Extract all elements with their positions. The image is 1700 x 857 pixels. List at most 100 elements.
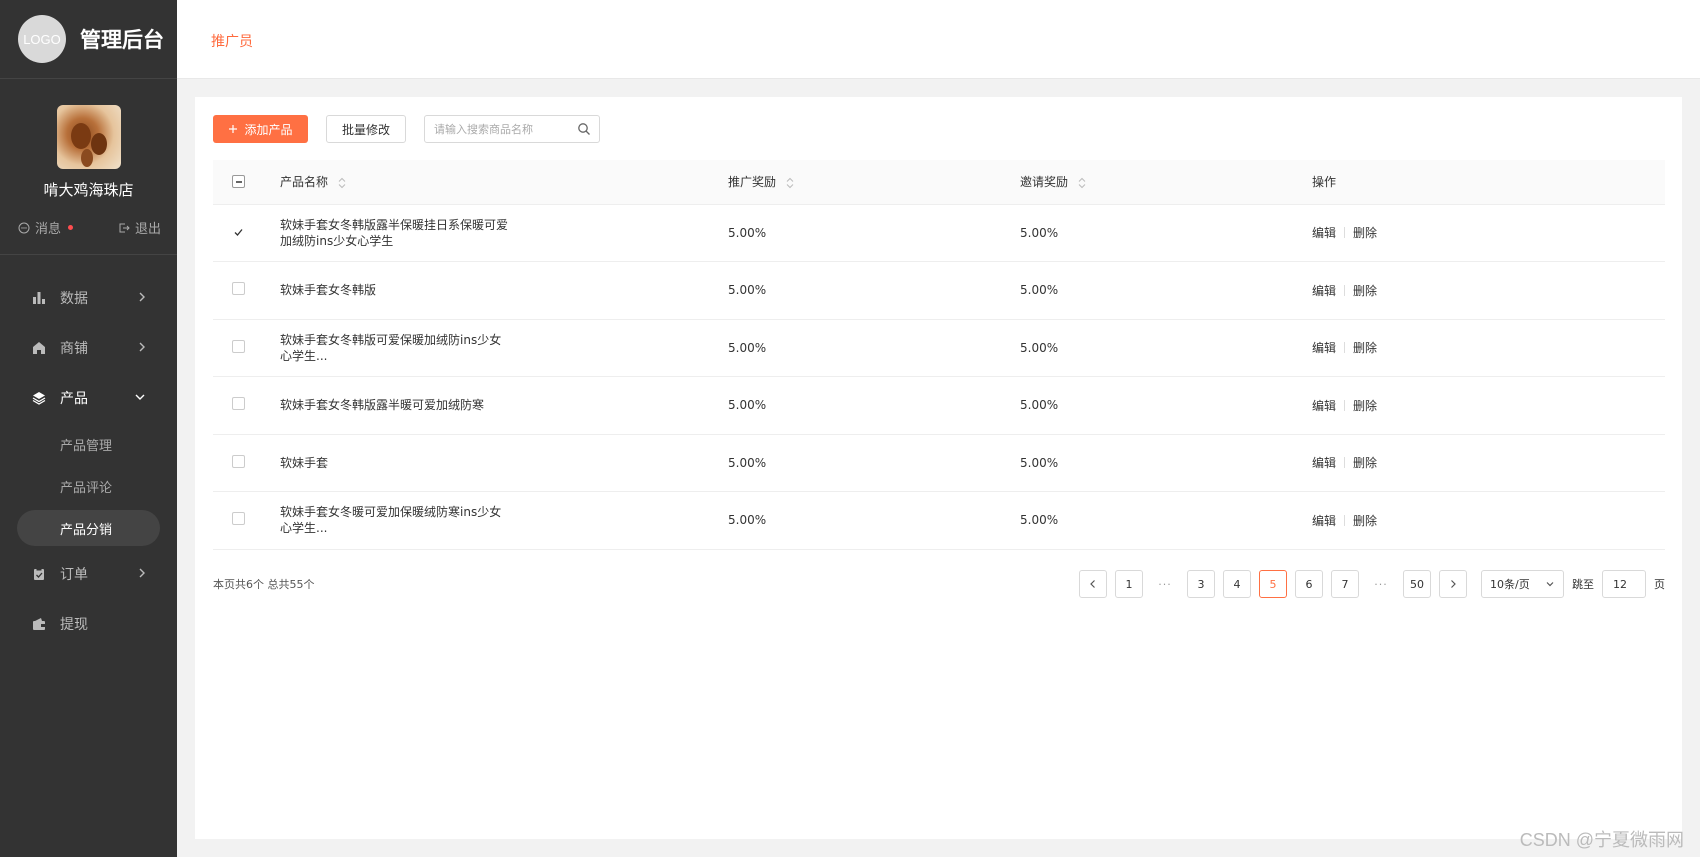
menu-item-data-label: 数据: [60, 291, 88, 307]
row-checkbox[interactable]: [232, 225, 245, 239]
page-7[interactable]: 7: [1331, 570, 1359, 598]
sort-icon[interactable]: [786, 177, 794, 189]
delete-link[interactable]: 删除: [1353, 282, 1377, 299]
header-promo[interactable]: 推广奖励: [728, 160, 1020, 205]
add-product-button[interactable]: 添加产品: [213, 115, 308, 143]
row-actions: 编辑 删除: [1312, 454, 1665, 471]
watermark: CSDN @宁夏微雨网: [1519, 830, 1684, 850]
row-check-cell: [213, 434, 280, 492]
sub-item-product-manage[interactable]: 产品管理: [0, 423, 177, 465]
action-divider: [1344, 227, 1346, 239]
edit-link[interactable]: 编辑: [1312, 282, 1336, 299]
page-ellipsis[interactable]: ···: [1367, 570, 1395, 598]
menu-item-withdraw[interactable]: 提现: [0, 599, 177, 649]
chevron-right-icon: [1451, 580, 1456, 588]
avatar[interactable]: [56, 105, 121, 169]
logout-icon: [119, 223, 130, 232]
table-row: 软妹手套女冬韩版可爱保暖加绒防ins少女心学生... 5.00% 5.00% 编辑 删除: [213, 319, 1665, 377]
next-page-button[interactable]: [1439, 570, 1467, 598]
menu-item-data[interactable]: 数据: [0, 273, 177, 323]
logout-link[interactable]: 退出: [118, 218, 161, 237]
sub-item-product-review[interactable]: 产品评论: [0, 465, 177, 507]
invite-reward-cell: 5.00%: [1020, 434, 1312, 492]
delete-link[interactable]: 删除: [1353, 512, 1377, 529]
plus-icon: [229, 125, 238, 133]
header-name[interactable]: 产品名称: [280, 160, 728, 205]
jump-page-input[interactable]: [1602, 570, 1646, 598]
product-name: 软妹手套女冬暖可爱加保暖绒防寒ins少女心学生...: [280, 505, 502, 536]
product-name-cell: 软妹手套女冬韩版露半保暖挂日系保暖可爱加绒防ins少女心学生: [280, 204, 728, 262]
row-checkbox[interactable]: [232, 282, 245, 296]
prev-page-button[interactable]: [1079, 570, 1107, 598]
delete-link[interactable]: 删除: [1353, 224, 1377, 241]
sort-icon[interactable]: [1078, 177, 1086, 189]
unread-dot: [68, 225, 74, 230]
search-input[interactable]: [425, 116, 565, 142]
table-header-row: 产品名称 推广奖励 邀请奖励 操作: [213, 160, 1665, 205]
chevron-down-icon: [1546, 582, 1554, 587]
delete-link[interactable]: 删除: [1353, 339, 1377, 356]
row-checkbox[interactable]: [232, 454, 245, 468]
table-row: 软妹手套女冬暖可爱加保暖绒防寒ins少女心学生... 5.00% 5.00% 编辑 删除: [213, 491, 1665, 550]
chevron-right-icon: [139, 292, 145, 302]
sidebar: LOGO 管理后台 啃大鸡海珠店 消息 退出 数据 商铺 产品 产品管理 产品评…: [0, 0, 177, 857]
page-unit-label: 页: [1654, 578, 1665, 591]
edit-link[interactable]: 编辑: [1312, 454, 1336, 471]
action-divider: [1344, 399, 1346, 411]
batch-edit-button[interactable]: 批量修改: [326, 115, 406, 143]
menu-item-product[interactable]: 产品: [0, 373, 177, 423]
check-icon: [234, 228, 243, 236]
promo-reward-cell: 5.00%: [728, 261, 1020, 320]
invite-reward-cell: 5.00%: [1020, 319, 1312, 377]
pagination: 1 ··· 3 4 5 6 7 ··· 50 10条/页 跳至 页: [1079, 570, 1665, 598]
action-divider: [1344, 342, 1346, 354]
select-all-checkbox[interactable]: [232, 175, 245, 189]
row-checkbox[interactable]: [232, 397, 245, 411]
delete-link[interactable]: 删除: [1353, 397, 1377, 414]
messages-link[interactable]: 消息: [18, 218, 74, 237]
message-icon: [18, 222, 30, 233]
menu-item-withdraw-label: 提现: [60, 617, 88, 633]
edit-link[interactable]: 编辑: [1312, 224, 1336, 241]
menu-item-shop[interactable]: 商铺: [0, 323, 177, 373]
sort-icon[interactable]: [338, 177, 346, 189]
breadcrumb[interactable]: 推广员: [211, 31, 253, 51]
page-50[interactable]: 50: [1403, 570, 1431, 598]
product-name-cell: 软妹手套女冬暖可爱加保暖绒防寒ins少女心学生...: [280, 491, 728, 550]
actions-cell: 编辑 删除: [1312, 261, 1665, 320]
product-name-cell: 软妹手套女冬韩版可爱保暖加绒防ins少女心学生...: [280, 319, 728, 377]
row-checkbox[interactable]: [232, 512, 245, 526]
page-size-select[interactable]: 10条/页: [1481, 570, 1564, 598]
sub-item-product-distribution[interactable]: 产品分销: [17, 510, 160, 546]
delete-link[interactable]: 删除: [1353, 454, 1377, 471]
product-name: 软妹手套女冬韩版露半暖可爱加绒防寒: [280, 398, 485, 413]
row-checkbox[interactable]: [232, 339, 245, 353]
page-3[interactable]: 3: [1187, 570, 1215, 598]
invite-reward-cell: 5.00%: [1020, 376, 1312, 435]
row-actions: 编辑 删除: [1312, 339, 1665, 356]
chevron-left-icon: [1090, 580, 1095, 588]
search-icon[interactable]: [577, 122, 591, 136]
table-row: 软妹手套女冬韩版露半暖可爱加绒防寒 5.00% 5.00% 编辑 删除: [213, 376, 1665, 435]
edit-link[interactable]: 编辑: [1312, 339, 1336, 356]
edit-link[interactable]: 编辑: [1312, 512, 1336, 529]
page-1[interactable]: 1: [1115, 570, 1143, 598]
edit-link[interactable]: 编辑: [1312, 397, 1336, 414]
logout-label: 退出: [134, 222, 161, 237]
row-actions: 编辑 删除: [1312, 512, 1665, 529]
menu-item-shop-label: 商铺: [60, 341, 88, 357]
header-invite[interactable]: 邀请奖励: [1020, 160, 1312, 205]
chevron-right-icon: [139, 342, 145, 352]
shop-name: 啃大鸡海珠店: [43, 181, 134, 199]
page-5-current[interactable]: 5: [1259, 570, 1287, 598]
page-4[interactable]: 4: [1223, 570, 1251, 598]
menu-item-orders[interactable]: 订单: [0, 549, 177, 599]
menu-item-orders-label: 订单: [60, 567, 88, 583]
logo: LOGO: [18, 15, 66, 63]
table-body: 软妹手套女冬韩版露半保暖挂日系保暖可爱加绒防ins少女心学生 5.00% 5.00%…: [213, 204, 1665, 550]
layers-icon: [31, 390, 47, 406]
page-ellipsis[interactable]: ···: [1151, 570, 1179, 598]
page-6[interactable]: 6: [1295, 570, 1323, 598]
product-table: 产品名称 推广奖励 邀请奖励 操作 软妹手套女冬韩版露半保暖挂日系保暖可爱加绒防…: [213, 160, 1665, 550]
action-divider: [1344, 284, 1346, 296]
